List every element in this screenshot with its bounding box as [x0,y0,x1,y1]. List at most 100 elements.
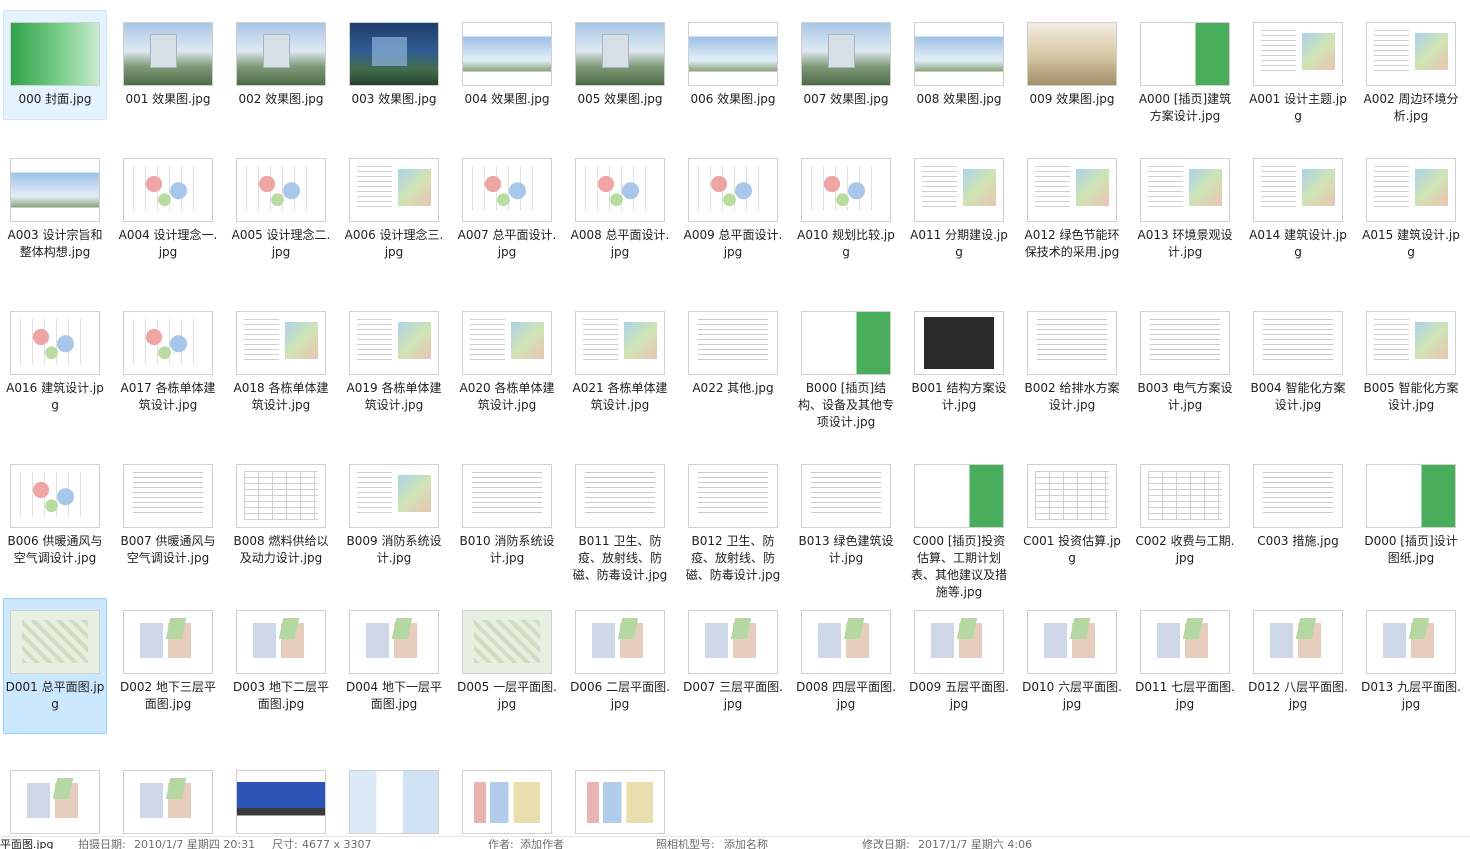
file-item[interactable]: 005 效果图.jpg [568,10,672,120]
file-item[interactable] [342,758,446,838]
file-item[interactable]: A020 各栋单体建筑设计.jpg [455,299,559,449]
file-item[interactable]: D009 五层平面图.jpg [907,598,1011,734]
file-thumbnail [460,155,554,225]
file-item[interactable]: A014 建筑设计.jpg [1246,146,1350,296]
file-item[interactable]: D005 一层平面图.jpg [455,598,559,734]
status-camera[interactable]: 添加名称 [724,838,768,849]
file-item[interactable]: B007 供暖通风与空气调设计.jpg [116,452,220,602]
file-item[interactable]: B010 消防系统设计.jpg [455,452,559,602]
thumbnail-image [10,311,100,375]
file-item[interactable]: A009 总平面设计.jpg [681,146,785,296]
file-item[interactable]: A013 环境景观设计.jpg [1133,146,1237,296]
file-item[interactable]: A021 各栋单体建筑设计.jpg [568,299,672,449]
file-thumbnail [573,308,667,378]
file-item[interactable]: D004 地下一层平面图.jpg [342,598,446,734]
file-item[interactable]: B001 结构方案设计.jpg [907,299,1011,449]
file-item[interactable]: A006 设计理念三.jpg [342,146,446,296]
status-date-taken[interactable]: 2010/1/7 星期四 20:31 [134,838,255,849]
file-item[interactable]: A019 各栋单体建筑设计.jpg [342,299,446,449]
file-item[interactable]: 000 封面.jpg [3,10,107,120]
file-item[interactable]: 006 效果图.jpg [681,10,785,120]
file-item[interactable]: A002 周边环境分析.jpg [1359,10,1463,123]
file-item[interactable]: 001 效果图.jpg [116,10,220,120]
file-thumbnail [799,461,893,531]
thumbnail-image [1027,158,1117,222]
file-item[interactable]: 007 效果图.jpg [794,10,898,120]
file-item[interactable]: D012 八层平面图.jpg [1246,598,1350,734]
file-item[interactable]: B002 给排水方案设计.jpg [1020,299,1124,449]
file-item[interactable]: B006 供暖通风与空气调设计.jpg [3,452,107,602]
thumbnail-image [575,158,665,222]
file-thumbnail-grid[interactable]: 000 封面.jpg 001 效果图.jpg 002 效果图.jpg 003 效果图.… [0,0,1470,836]
file-thumbnail [8,607,102,677]
file-item[interactable]: B000 [插页]结构、设备及其他专项设计.jpg [794,299,898,449]
file-item[interactable]: D008 四层平面图.jpg [794,598,898,734]
file-item[interactable]: D010 六层平面图.jpg [1020,598,1124,734]
file-item[interactable]: B012 卫生、防疫、放射线、防磁、防毒设计.jpg [681,452,785,602]
file-name-label: A001 设计主题.jpg [1249,92,1347,123]
file-thumbnail [234,461,328,531]
file-thumbnail [573,767,667,837]
file-item[interactable]: D006 二层平面图.jpg [568,598,672,734]
file-item[interactable]: A000 [插页]建筑方案设计.jpg [1133,10,1237,123]
file-item[interactable]: C000 [插页]投资估算、工期计划表、其他建议及措施等.jpg [907,452,1011,602]
file-item[interactable]: C002 收费与工期.jpg [1133,452,1237,602]
file-item[interactable]: C001 投资估算.jpg [1020,452,1124,602]
file-item[interactable]: B009 消防系统设计.jpg [342,452,446,602]
file-item[interactable]: B013 绿色建筑设计.jpg [794,452,898,602]
file-name-label: A000 [插页]建筑方案设计.jpg [1138,92,1232,123]
file-thumbnail [347,461,441,531]
file-item[interactable]: A012 绿色节能环保技术的采用.jpg [1020,146,1124,296]
file-item[interactable]: A011 分期建设.jpg [907,146,1011,296]
file-item[interactable]: 009 效果图.jpg [1020,10,1124,120]
file-item[interactable]: 002 效果图.jpg [229,10,333,120]
file-name-label: 003 效果图.jpg [351,92,437,106]
file-item[interactable]: D000 [插页]设计图纸.jpg [1359,452,1463,602]
file-item[interactable]: D011 七层平面图.jpg [1133,598,1237,734]
file-name-label: D000 [插页]设计图纸.jpg [1364,534,1458,565]
file-item[interactable]: 008 效果图.jpg [907,10,1011,120]
thumbnail-image [688,158,778,222]
file-item[interactable] [229,758,333,838]
file-thumbnail [1138,461,1232,531]
file-item[interactable] [3,758,107,838]
file-item[interactable]: B008 燃料供给以及动力设计.jpg [229,452,333,602]
file-item[interactable]: B005 智能化方案设计.jpg [1359,299,1463,449]
file-item[interactable]: 003 效果图.jpg [342,10,446,120]
file-item[interactable]: A017 各栋单体建筑设计.jpg [116,299,220,449]
file-item[interactable]: D013 九层平面图.jpg [1359,598,1463,734]
file-item[interactable]: C003 措施.jpg [1246,452,1350,602]
file-item[interactable]: A022 其他.jpg [681,299,785,449]
thumbnail-image [462,158,552,222]
thumbnail-image [1140,311,1230,375]
file-item[interactable] [116,758,220,838]
file-item[interactable]: A001 设计主题.jpg [1246,10,1350,123]
file-item[interactable]: B011 卫生、防疫、放射线、防磁、防毒设计.jpg [568,452,672,602]
file-item[interactable]: A003 设计宗旨和整体构想.jpg [3,146,107,296]
file-item[interactable]: B004 智能化方案设计.jpg [1246,299,1350,449]
file-item[interactable]: A018 各栋单体建筑设计.jpg [229,299,333,449]
file-item[interactable]: A005 设计理念二.jpg [229,146,333,296]
file-name-label: A012 绿色节能环保技术的采用.jpg [1024,228,1120,259]
file-item[interactable]: 004 效果图.jpg [455,10,559,120]
status-camera-label: 照相机型号: [656,838,715,849]
file-name-label: A008 总平面设计.jpg [570,228,670,259]
file-item[interactable] [455,758,559,838]
file-item[interactable]: A004 设计理念一.jpg [116,146,220,296]
file-item[interactable]: A008 总平面设计.jpg [568,146,672,296]
file-item[interactable]: A007 总平面设计.jpg [455,146,559,296]
file-name-label: D002 地下三层平面图.jpg [120,680,216,711]
file-item[interactable]: D002 地下三层平面图.jpg [116,598,220,734]
file-item[interactable]: D001 总平面图.jpg [3,598,107,734]
file-thumbnail [460,607,554,677]
file-item[interactable]: D007 三层平面图.jpg [681,598,785,734]
file-thumbnail [573,19,667,89]
status-author[interactable]: 添加作者 [520,838,564,849]
file-name-label: D010 六层平面图.jpg [1022,680,1122,711]
file-item[interactable]: B003 电气方案设计.jpg [1133,299,1237,449]
file-item[interactable]: A010 规划比较.jpg [794,146,898,296]
file-item[interactable]: D003 地下二层平面图.jpg [229,598,333,734]
file-item[interactable]: A016 建筑设计.jpg [3,299,107,449]
file-item[interactable] [568,758,672,838]
file-item[interactable]: A015 建筑设计.jpg [1359,146,1463,296]
